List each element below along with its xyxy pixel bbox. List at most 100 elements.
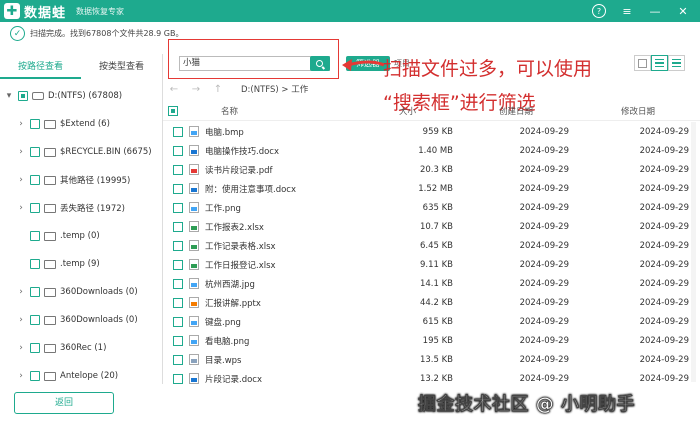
tree-item[interactable]: › 360Rec (1) <box>0 334 162 362</box>
file-created: 2024-09-29 <box>519 145 569 156</box>
tree-item[interactable]: › 360Downloads (0) <box>0 278 162 306</box>
file-size: 20.3 KB <box>419 164 453 175</box>
file-modified: 2024-09-29 <box>639 373 689 384</box>
tree-checkbox[interactable] <box>30 231 40 241</box>
file-size: 195 KB <box>422 335 453 346</box>
chevron-right-icon[interactable]: › <box>16 287 26 297</box>
row-checkbox[interactable] <box>173 259 183 270</box>
help-icon[interactable]: ? <box>592 4 606 18</box>
tree-item[interactable]: ▾ D:(NTFS) (67808) <box>0 82 162 110</box>
table-row[interactable]: 目录.wps 13.5 KB 2024-09-29 2024-09-29 <box>163 350 700 369</box>
file-name: 电脑操作技巧.docx <box>205 146 280 157</box>
tree-item[interactable]: › $Extend (6) <box>0 110 162 138</box>
tree-item[interactable]: › 其他路径 (19995) <box>0 166 162 194</box>
chevron-right-icon[interactable]: › <box>16 119 26 129</box>
tab-by-path[interactable]: 按路径查看 <box>0 57 81 79</box>
table-row[interactable]: 工作报表2.xlsx 10.7 KB 2024-09-29 2024-09-29 <box>163 217 700 236</box>
row-checkbox[interactable] <box>173 354 183 365</box>
table-row[interactable]: 读书片段记录.pdf 20.3 KB 2024-09-29 2024-09-29 <box>163 160 700 179</box>
row-checkbox[interactable] <box>173 126 183 137</box>
chevron-down-icon[interactable]: ▾ <box>4 91 14 101</box>
tree-checkbox[interactable] <box>30 147 40 157</box>
tree-checkbox[interactable] <box>30 175 40 185</box>
excel-file-icon <box>189 221 199 232</box>
file-created: 2024-09-29 <box>519 297 569 308</box>
list-view-button[interactable] <box>651 55 668 71</box>
nav-bar: ← → ↑ D:(NTFS) > 工作 <box>163 80 700 98</box>
tree-item-label: $Extend (6) <box>60 119 110 129</box>
arrow-right-icon[interactable]: → <box>185 84 207 95</box>
watermark: 掘金技术社区 @ 小明助手 <box>418 394 636 416</box>
row-checkbox[interactable] <box>173 316 183 327</box>
file-name: 工作.png <box>205 203 241 214</box>
tree-checkbox[interactable] <box>30 287 40 297</box>
tree-item[interactable]: › Antelope (20) <box>0 362 162 390</box>
detail-view-button[interactable] <box>668 55 685 71</box>
row-checkbox[interactable] <box>173 183 183 194</box>
menu-icon[interactable]: ≡ <box>620 4 634 18</box>
table-row[interactable]: 看电脑.png 195 KB 2024-09-29 2024-09-29 <box>163 331 700 350</box>
column-name[interactable]: 名称 <box>183 105 361 117</box>
table-row[interactable]: 杭州西湖.jpg 14.1 KB 2024-09-29 2024-09-29 <box>163 274 700 293</box>
row-checkbox[interactable] <box>173 278 183 289</box>
row-checkbox[interactable] <box>173 240 183 251</box>
minimize-icon[interactable]: — <box>648 4 662 18</box>
check-icon: ✓ <box>10 26 25 41</box>
select-all-checkbox[interactable] <box>168 105 178 116</box>
tree-item[interactable]: › 丢失路径 (1972) <box>0 194 162 222</box>
close-icon[interactable]: ✕ <box>676 4 690 18</box>
file-size: 1.40 MB <box>418 145 453 156</box>
tree-checkbox[interactable] <box>30 203 40 213</box>
table-scrollbar[interactable] <box>691 122 696 382</box>
tree-checkbox[interactable] <box>30 259 40 269</box>
tree-item-label: 360Downloads (0) <box>60 315 138 325</box>
chevron-right-icon[interactable]: › <box>16 343 26 353</box>
table-row[interactable]: 电脑操作技巧.docx 1.40 MB 2024-09-29 2024-09-29 <box>163 141 700 160</box>
arrow-left-icon[interactable]: ← <box>163 84 185 95</box>
grid-view-button[interactable] <box>634 55 651 71</box>
tree-checkbox[interactable] <box>18 91 28 101</box>
back-button[interactable]: 返回 <box>14 392 114 414</box>
table-row[interactable]: 汇报讲解.pptx 44.2 KB 2024-09-29 2024-09-29 <box>163 293 700 312</box>
tree-item[interactable]: › $RECYCLE.BIN (6675) <box>0 138 162 166</box>
folder-icon <box>44 231 56 241</box>
file-size: 9.11 KB <box>419 259 453 270</box>
tree-checkbox[interactable] <box>30 315 40 325</box>
word-file-icon <box>189 373 199 384</box>
tree-checkbox[interactable] <box>30 119 40 129</box>
row-checkbox[interactable] <box>173 297 183 308</box>
column-created[interactable]: 创建日期 <box>454 105 578 117</box>
file-created: 2024-09-29 <box>519 354 569 365</box>
tree-checkbox[interactable] <box>30 371 40 381</box>
row-checkbox[interactable] <box>173 335 183 346</box>
chevron-right-icon[interactable]: › <box>16 315 26 325</box>
tree-item[interactable]: .temp (9) <box>0 250 162 278</box>
tab-by-type[interactable]: 按类型查看 <box>81 57 162 79</box>
tree-checkbox[interactable] <box>30 343 40 353</box>
table-row[interactable]: 键盘.png 615 KB 2024-09-29 2024-09-29 <box>163 312 700 331</box>
column-modified[interactable]: 修改日期 <box>578 105 698 117</box>
folder-icon <box>44 147 56 157</box>
table-row[interactable]: 工作日报登记.xlsx 9.11 KB 2024-09-29 2024-09-29 <box>163 255 700 274</box>
row-checkbox[interactable] <box>173 145 183 156</box>
table-row[interactable]: 工作.png 635 KB 2024-09-29 2024-09-29 <box>163 198 700 217</box>
app-subtitle: 数据恢复专家 <box>76 6 125 16</box>
table-row[interactable]: 电脑.bmp 959 KB 2024-09-29 2024-09-29 <box>163 122 700 141</box>
table-row[interactable]: 附：使用注意事项.docx 1.52 MB 2024-09-29 2024-09-29 <box>163 179 700 198</box>
tree-item[interactable]: › 360Downloads (0) <box>0 306 162 334</box>
arrow-up-icon[interactable]: ↑ <box>207 84 229 95</box>
tree-item[interactable]: .temp (0) <box>0 222 162 250</box>
row-checkbox[interactable] <box>173 164 183 175</box>
chevron-right-icon[interactable]: › <box>16 203 26 213</box>
chevron-right-icon[interactable]: › <box>16 147 26 157</box>
row-checkbox[interactable] <box>173 373 183 384</box>
chevron-right-icon[interactable]: › <box>16 371 26 381</box>
column-size[interactable]: 大小 <box>361 105 454 117</box>
tree-item-label: 丢失路径 (1972) <box>60 204 125 214</box>
view-mode-switch <box>634 55 685 71</box>
table-row[interactable]: 工作记录表格.xlsx 6.45 KB 2024-09-29 2024-09-29 <box>163 236 700 255</box>
table-row[interactable]: 片段记录.docx 13.2 KB 2024-09-29 2024-09-29 <box>163 369 700 388</box>
row-checkbox[interactable] <box>173 202 183 213</box>
row-checkbox[interactable] <box>173 221 183 232</box>
chevron-right-icon[interactable]: › <box>16 175 26 185</box>
